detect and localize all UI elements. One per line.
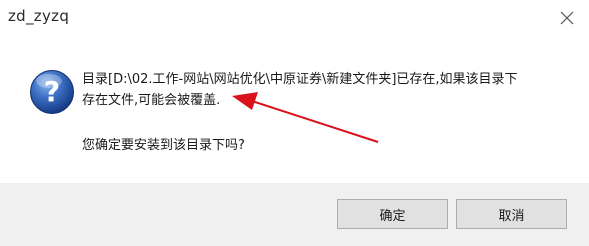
question-icon: ?: [30, 70, 74, 114]
message-line-1: 目录[D:\02.工作-网站\网站优化\中原证券\新建文件夹]已存在,如果该目录…: [82, 72, 518, 87]
dialog-content: ? 目录[D:\02.工作-网站\网站优化\中原证券\新建文件夹]已存在,如果该…: [0, 36, 589, 183]
confirm-question: 您确定要安装到该目录下吗?: [82, 138, 245, 153]
svg-text:?: ?: [44, 75, 60, 108]
window-title: zd_zyzq: [8, 7, 70, 25]
cancel-button[interactable]: 取消: [456, 199, 567, 229]
message-text: 目录[D:\02.工作-网站\网站优化\中原证券\新建文件夹]已存在,如果该目录…: [82, 69, 572, 111]
ok-button[interactable]: 确定: [337, 199, 448, 229]
close-icon: [560, 11, 574, 25]
message-line-2: 存在文件,可能会被覆盖.: [82, 93, 221, 108]
close-button[interactable]: [555, 6, 579, 30]
title-bar: zd_zyzq: [0, 0, 589, 36]
install-confirm-dialog: zd_zyzq ? 目录[D:\02.工作-网站\网站优化\中原证券\新建文件夹…: [0, 0, 589, 246]
